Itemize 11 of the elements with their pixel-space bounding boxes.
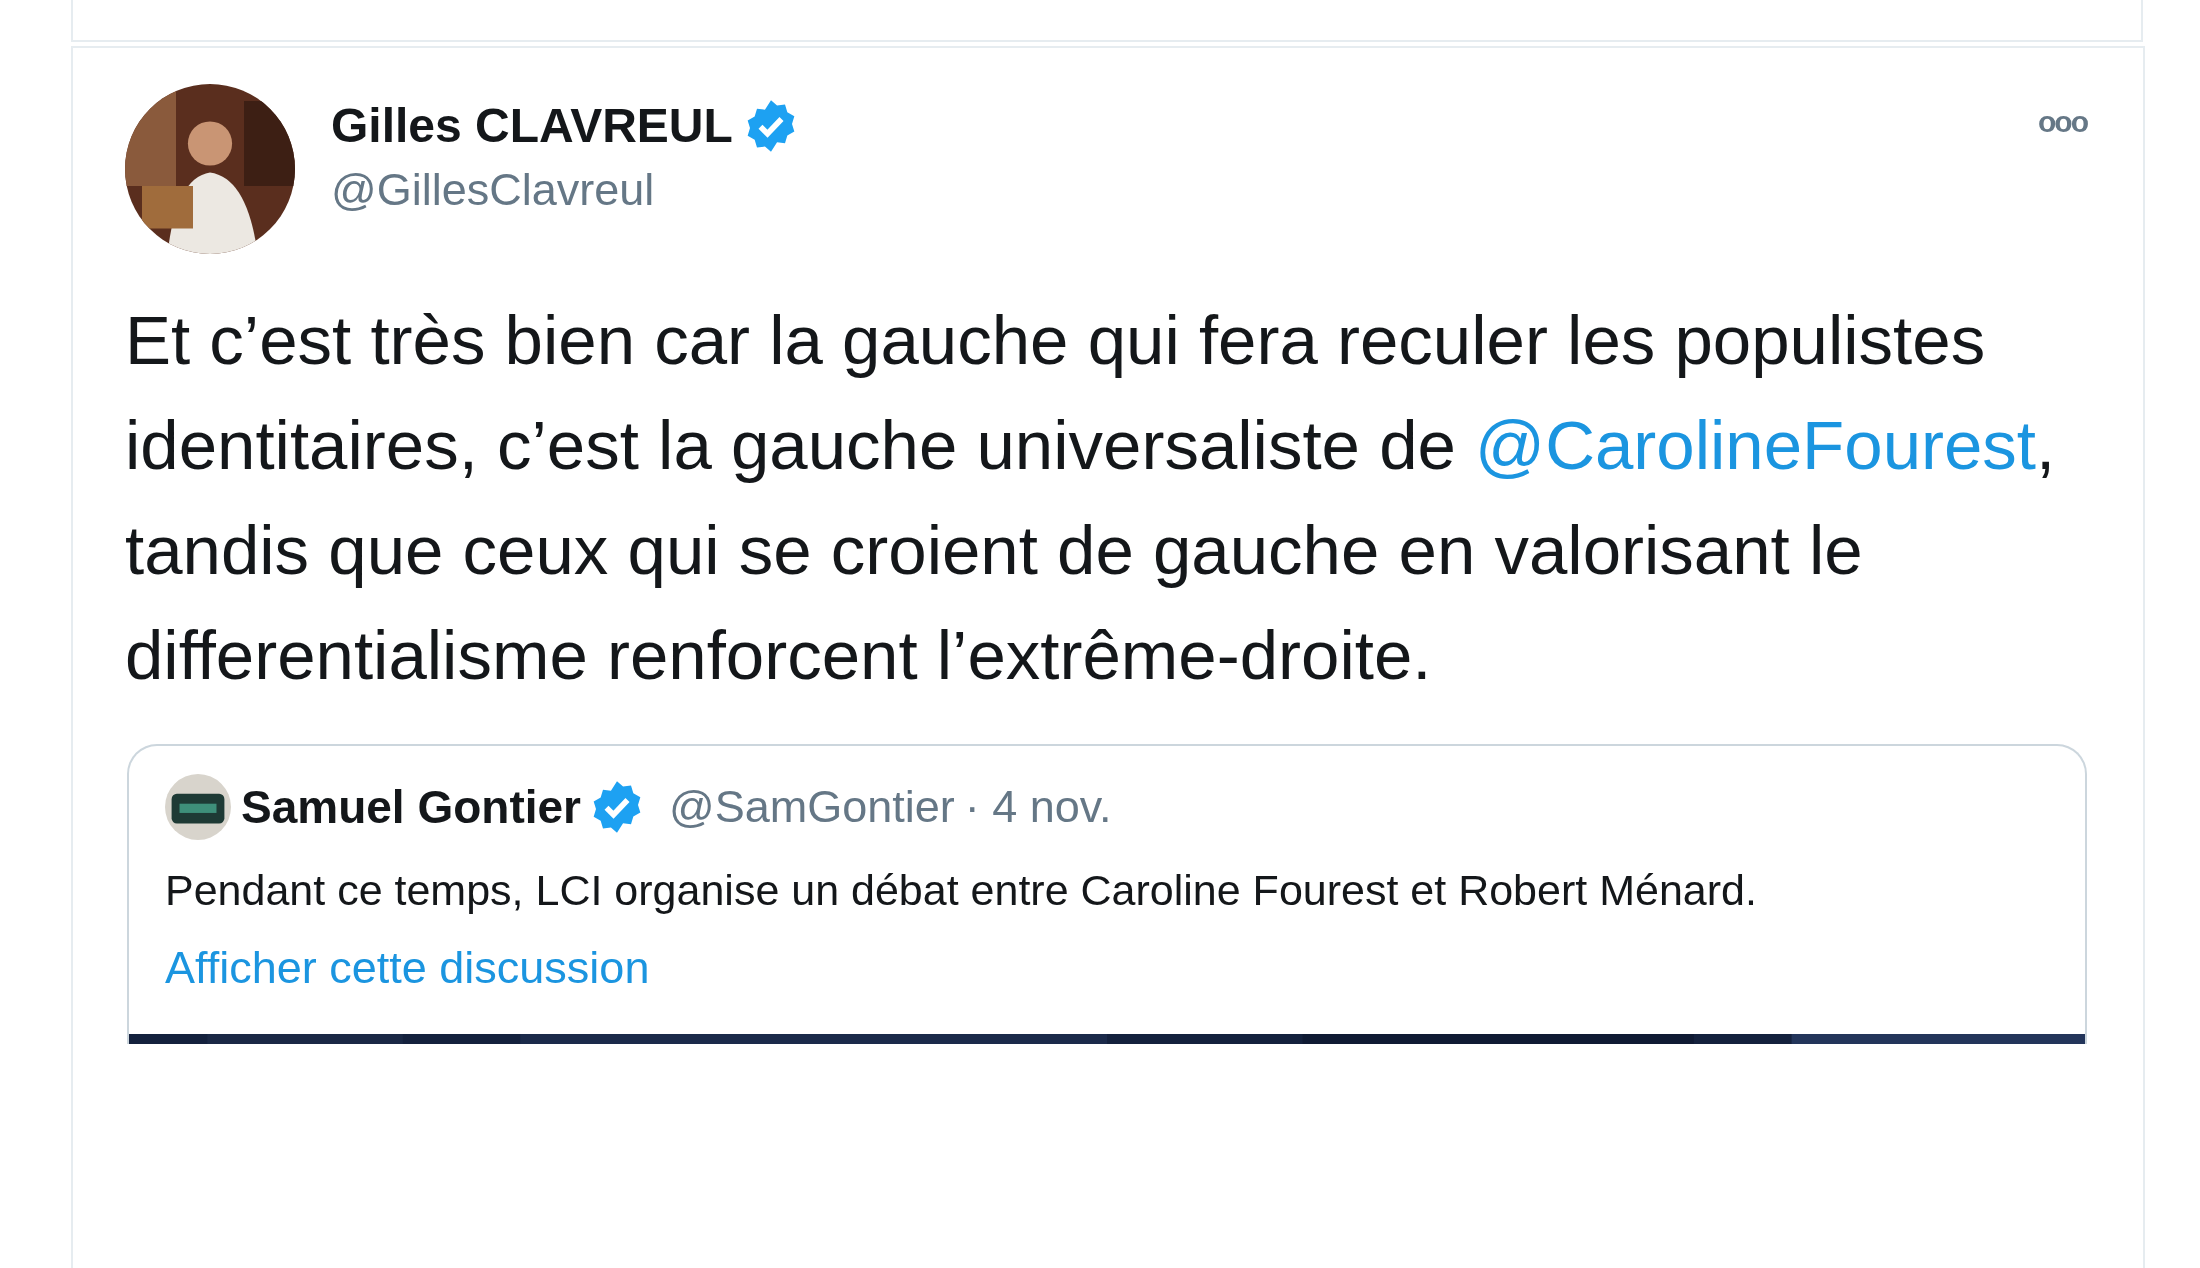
mention-link[interactable]: @CarolineFourest [1475,407,2037,484]
quoted-date: · 4 nov. [964,781,1112,833]
quoted-author-name: Samuel Gontier [241,780,581,834]
quoted-text: Pendant ce temps, LCI organise un débat entre Caroline Fourest et Robert Ménard. [165,865,1758,916]
quoted-author-handle: @SamGontier [668,781,955,833]
quoted-tweet[interactable]: Samuel Gontier @SamGontier · 4 nov. Pendant ce temps, LCI organise un débat entre Caroline Fourest et Robert Ménard. Afficher cette discussion [127,744,2087,1044]
tweet-text: Et c’est très bien car la gauche qui fera reculer les populistes identitaires, c’est la gauche universaliste de @CarolineFourest, tandis que ceux qui se croient de gauche en valorisant le differentialisme renforcent l’extrême-droite. [125,301,2057,696]
author-name[interactable]: Gilles CLAVREUL [331,94,733,158]
more-button[interactable]: ooo [2034,102,2091,142]
show-thread-link[interactable]: Afficher cette discussion [165,942,650,994]
author-handle[interactable]: @GillesClavreul [331,158,799,222]
